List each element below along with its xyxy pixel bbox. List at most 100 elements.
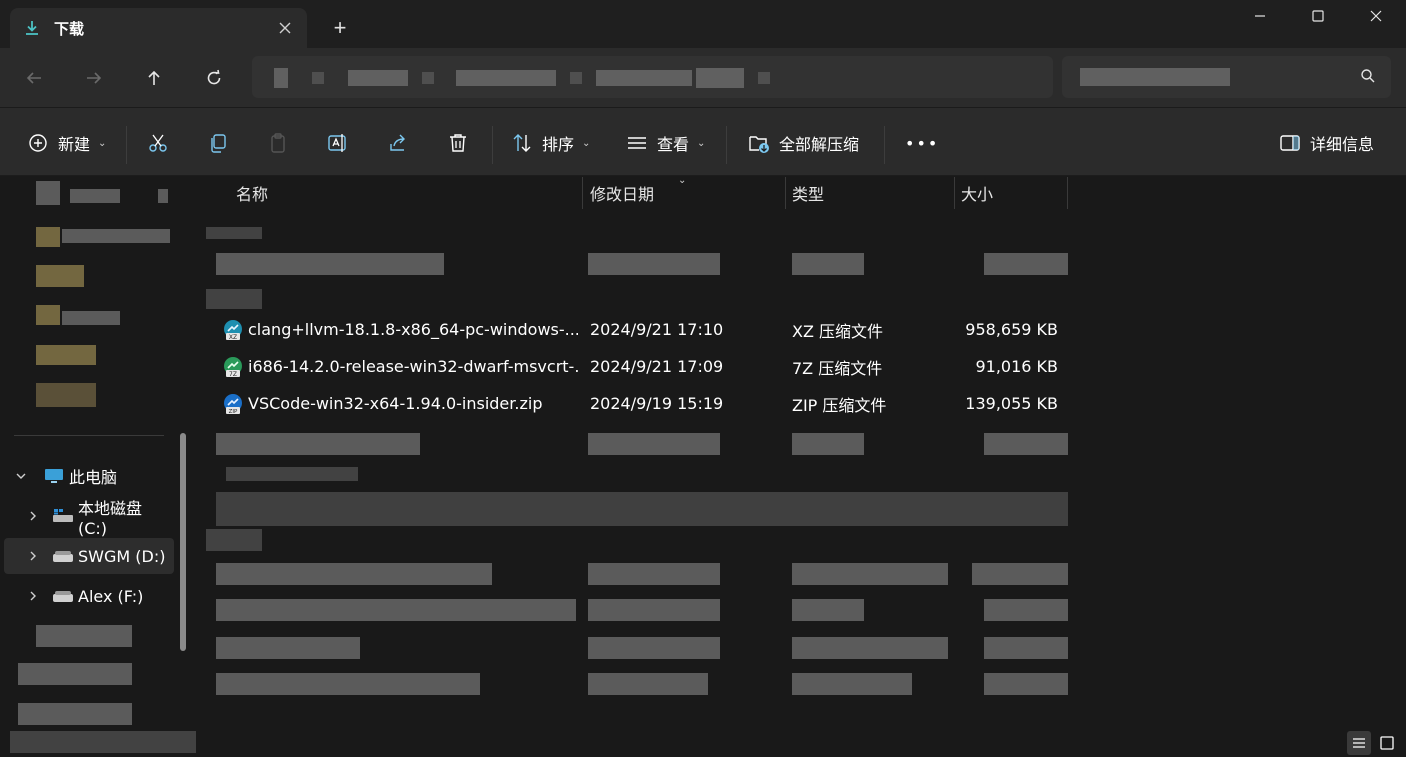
back-arrow-icon [26, 72, 41, 84]
redacted-item [158, 189, 168, 203]
file-size: 91,016 KB [975, 357, 1058, 376]
redacted-row [216, 637, 360, 659]
file-size: 958,659 KB [965, 320, 1058, 339]
up-button[interactable] [138, 62, 170, 94]
details-view-button[interactable] [1347, 731, 1371, 755]
column-divider[interactable] [954, 177, 955, 209]
copy-button[interactable] [206, 128, 230, 158]
redacted-selected-row [216, 492, 1068, 526]
column-divider[interactable] [582, 177, 583, 209]
redacted-row [588, 599, 720, 621]
chevron-right-icon[interactable] [26, 589, 40, 603]
extract-all-button[interactable]: 全部解压缩 [747, 128, 859, 158]
chevron-right-icon[interactable] [26, 509, 40, 523]
chevron-down-icon[interactable] [14, 469, 28, 483]
navigation-bar [0, 48, 1406, 108]
svg-text:ZIP: ZIP [229, 409, 238, 415]
maximize-button[interactable] [1289, 0, 1347, 32]
close-tab-icon[interactable] [275, 18, 295, 38]
redacted-row [984, 637, 1068, 659]
separator [726, 126, 727, 164]
more-options-button[interactable]: ••• [905, 128, 939, 158]
copy-icon [206, 131, 230, 155]
forward-button[interactable] [78, 62, 110, 94]
redacted-group-header [226, 467, 358, 481]
tab-downloads[interactable]: 下载 [10, 8, 307, 48]
redacted-search-placeholder [1080, 68, 1230, 86]
chevron-down-icon: ⌄ [98, 137, 107, 149]
sidebar-item-drive-d[interactable]: SWGM (D:) [4, 538, 174, 574]
column-divider[interactable] [785, 177, 786, 209]
cut-button[interactable] [146, 128, 170, 158]
details-label: 详细信息 [1310, 135, 1375, 154]
paste-button[interactable] [266, 128, 290, 158]
delete-button[interactable] [446, 128, 470, 158]
column-divider[interactable] [1067, 177, 1068, 209]
navigation-pane: 此电脑 本地磁盘 (C:) SWGM (D:) Alex (F:) [0, 177, 276, 757]
drive-icon [52, 589, 73, 605]
search-box[interactable] [1062, 56, 1391, 98]
address-bar[interactable] [252, 56, 1053, 98]
redacted-row [792, 563, 948, 585]
column-header-size[interactable]: 大小 [961, 177, 993, 209]
back-button[interactable] [18, 62, 50, 94]
details-pane-button[interactable]: 详细信息 [1278, 128, 1374, 158]
view-button[interactable]: 查看 ⌄ [625, 128, 705, 158]
redacted-row [792, 637, 948, 659]
refresh-icon [207, 69, 221, 85]
file-size: 139,055 KB [965, 394, 1058, 413]
redacted-row [588, 563, 720, 585]
redacted-row [984, 673, 1068, 695]
column-header-type[interactable]: 类型 [792, 177, 824, 209]
drive-d-label: SWGM (D:) [78, 546, 166, 566]
redacted-group-header [206, 529, 262, 551]
column-header-date[interactable]: 修改日期 [590, 177, 654, 209]
search-icon [1359, 67, 1379, 87]
chevron-right-icon[interactable] [26, 549, 40, 563]
details-pane-icon [1278, 131, 1302, 155]
file-row[interactable]: XZ clang+llvm-18.1.8-x86_64-pc-windows-.… [216, 311, 1068, 348]
sort-descending-icon: ⌄ [678, 175, 687, 186]
redacted-row [984, 253, 1068, 275]
up-arrow-icon [148, 70, 160, 85]
redacted-row [588, 637, 720, 659]
redacted-item [36, 265, 84, 287]
redacted-row [792, 673, 912, 695]
tiles-view-button[interactable] [1375, 731, 1399, 755]
separator [492, 126, 493, 164]
redacted-row [588, 253, 720, 275]
new-tab-button[interactable]: + [326, 14, 354, 42]
drive-c-label: 本地磁盘 (C:) [78, 498, 143, 538]
redacted-row [216, 253, 444, 275]
svg-text:XZ: XZ [229, 334, 237, 341]
sidebar-item-drive-f[interactable]: Alex (F:) [4, 578, 174, 614]
minimize-button[interactable] [1231, 0, 1289, 32]
tab-title: 下载 [54, 19, 85, 38]
refresh-button[interactable] [198, 62, 230, 94]
redacted-item [62, 229, 170, 243]
sidebar-item-drive-c[interactable]: 本地磁盘 (C:) [4, 498, 174, 538]
separator [884, 126, 885, 164]
new-button[interactable]: 新建 ⌄ [26, 128, 106, 158]
rename-button[interactable] [326, 128, 350, 158]
column-header-name[interactable]: 名称 [236, 177, 268, 209]
redacted-path [696, 68, 744, 88]
redacted-row [216, 563, 492, 585]
details-view-icon [1353, 738, 1365, 748]
tiles-view-icon [1380, 736, 1394, 750]
file-row[interactable]: 7Z i686-14.2.0-release-win32-dwarf-msvcr… [216, 348, 1068, 385]
close-window-button[interactable] [1347, 0, 1405, 32]
sort-button[interactable]: 排序 ⌄ [510, 128, 590, 158]
redacted-row [588, 433, 720, 455]
sidebar-item-this-pc[interactable]: 此电脑 [4, 458, 174, 494]
sidebar-scrollbar[interactable] [180, 433, 186, 651]
redacted-path [348, 70, 408, 86]
local-disk-icon [52, 508, 73, 524]
clipboard-icon [266, 131, 290, 155]
share-button[interactable] [386, 128, 410, 158]
sort-label: 排序 [542, 135, 575, 154]
zip-archive-icon: ZIP [223, 393, 243, 415]
new-label: 新建 [58, 135, 91, 154]
drive-f-label: Alex (F:) [78, 586, 144, 606]
file-row[interactable]: ZIP VSCode-win32-x64-1.94.0-insider.zip … [216, 385, 1068, 422]
